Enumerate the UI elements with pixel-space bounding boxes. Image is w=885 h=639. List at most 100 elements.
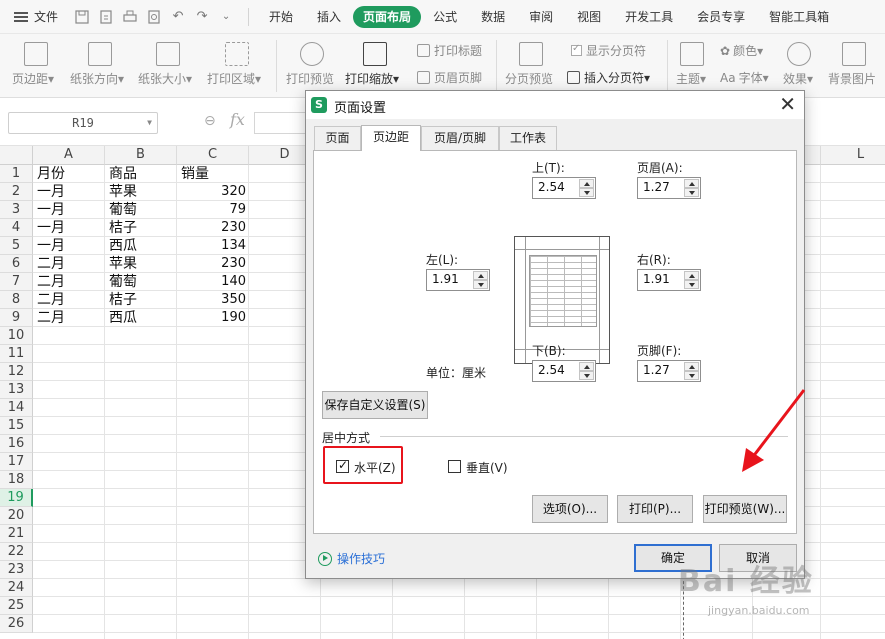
row-header[interactable]: 1 [0,165,33,183]
table-row-cell[interactable]: 苹果 [109,183,137,201]
background-image-button[interactable]: 背景图片 [828,34,878,98]
row-header[interactable]: 24 [0,579,33,597]
table-row-cell[interactable]: 350 [181,291,246,309]
tab-page-layout[interactable]: 页面布局 [353,5,422,28]
tips-link[interactable]: 操作技巧 [337,550,385,567]
column-header-a[interactable]: A [33,146,105,165]
column-header-b[interactable]: B [105,146,177,165]
tab-smart-toolbox[interactable]: 智能工具箱 [757,6,841,28]
spin-down-icon[interactable] [579,371,594,380]
table-row-cell[interactable]: 190 [181,309,246,327]
customize-toolbar-icon[interactable]: ⌄ [218,9,234,25]
print-preview-button[interactable]: 打印预览 [286,34,338,98]
table-row-cell[interactable]: 葡萄 [109,201,137,219]
name-box[interactable]: R19 ▼ [8,112,158,134]
tab-margins[interactable]: 页边距 [361,125,421,151]
row-header[interactable]: 7 [0,273,33,291]
table-row-cell[interactable]: 西瓜 [109,309,137,327]
table-row-cell[interactable]: 桔子 [109,291,137,309]
bottom-margin-input[interactable]: 2.54 [532,360,596,382]
table-row-cell[interactable]: 一月 [37,183,65,201]
table-row-cell[interactable]: 二月 [37,273,65,291]
tab-review[interactable]: 审阅 [517,6,565,28]
row-header[interactable]: 12 [0,363,33,381]
spin-down-icon[interactable] [684,188,699,197]
table-row-cell[interactable]: 320 [181,183,246,201]
table-row-cell[interactable]: 一月 [37,219,65,237]
effects-button[interactable]: 效果▾ [783,34,819,98]
footer-margin-input[interactable]: 1.27 [637,360,701,382]
row-header[interactable]: 3 [0,201,33,219]
row-header[interactable]: 25 [0,597,33,615]
row-header[interactable]: 15 [0,417,33,435]
select-all-corner[interactable] [0,146,33,165]
row-header[interactable]: 5 [0,237,33,255]
spin-up-icon[interactable] [684,362,699,371]
table-row-cell[interactable]: 西瓜 [109,237,137,255]
column-header-c[interactable]: C [177,146,249,165]
row-header[interactable]: 11 [0,345,33,363]
horizontal-center-label[interactable]: 水平(Z) [354,459,396,476]
theme-button[interactable]: 主题▾ [676,34,706,98]
header-footer-button[interactable]: 页眉页脚 [417,69,482,86]
row-header[interactable]: 22 [0,543,33,561]
horizontal-center-checkbox[interactable] [336,458,349,473]
show-page-breaks-checkbox[interactable]: 显示分页符 [571,42,646,59]
table-row-cell[interactable]: 二月 [37,291,65,309]
print-button[interactable]: 打印(P)... [617,495,693,523]
top-margin-input[interactable]: 2.54 [532,177,596,199]
table-row-cell[interactable]: 79 [181,201,246,219]
tab-page[interactable]: 页面 [314,126,361,150]
zoom-icon[interactable]: ⊖ [204,113,216,129]
spin-up-icon[interactable] [579,362,594,371]
print-preview-dialog-button[interactable]: 打印预览(W)... [703,495,787,523]
spin-up-icon[interactable] [684,271,699,280]
table-row-cell[interactable]: 二月 [37,255,65,273]
print-preview-icon[interactable] [146,9,162,25]
tab-member[interactable]: 会员专享 [685,6,757,28]
tab-header-footer[interactable]: 页眉/页脚 [421,126,499,150]
table-row-cell[interactable]: 一月 [37,201,65,219]
spin-down-icon[interactable] [579,188,594,197]
options-button[interactable]: 选项(O)... [532,495,608,523]
undo-icon[interactable]: ↶ [170,9,186,25]
tab-insert[interactable]: 插入 [305,6,353,28]
row-header[interactable]: 18 [0,471,33,489]
colors-button[interactable]: ✿ 颜色▾ [720,42,763,59]
row-header[interactable]: 26 [0,615,33,633]
row-header[interactable]: 8 [0,291,33,309]
table-row-cell[interactable]: 二月 [37,309,65,327]
spin-up-icon[interactable] [579,179,594,188]
tab-home[interactable]: 开始 [257,6,305,28]
row-header[interactable]: 23 [0,561,33,579]
tab-view[interactable]: 视图 [565,6,613,28]
vertical-center-label[interactable]: 垂直(V) [466,459,508,476]
table-row-cell[interactable]: 230 [181,219,246,237]
redo-icon[interactable]: ↷ [194,9,210,25]
print-area-button[interactable]: 打印区域▾ [207,34,269,98]
play-icon[interactable] [318,552,332,566]
fonts-button[interactable]: Aa 字体▾ [720,69,769,86]
print-titles-button[interactable]: 打印标题 [417,42,482,59]
cell-header-month[interactable]: 月份 [37,165,65,183]
dialog-title-bar[interactable]: S 页面设置 ✕ [306,91,804,119]
row-header[interactable]: 10 [0,327,33,345]
row-header[interactable]: 16 [0,435,33,453]
row-header[interactable]: 17 [0,453,33,471]
print-scale-button[interactable]: 打印缩放▾ [345,34,405,98]
row-header[interactable]: 21 [0,525,33,543]
file-menu[interactable]: 文件 [0,0,58,34]
orientation-button[interactable]: 纸张方向▾ [70,34,130,98]
row-header[interactable]: 19 [0,489,33,507]
tab-data[interactable]: 数据 [469,6,517,28]
spin-down-icon[interactable] [473,280,488,289]
cell-header-product[interactable]: 商品 [109,165,137,183]
margins-button[interactable]: 页边距▾ [12,34,62,98]
export-pdf-icon[interactable] [98,9,114,25]
spin-down-icon[interactable] [684,371,699,380]
row-header[interactable]: 14 [0,399,33,417]
tab-formulas[interactable]: 公式 [421,6,469,28]
table-row-cell[interactable]: 230 [181,255,246,273]
close-icon[interactable]: ✕ [779,93,796,115]
row-header[interactable]: 20 [0,507,33,525]
